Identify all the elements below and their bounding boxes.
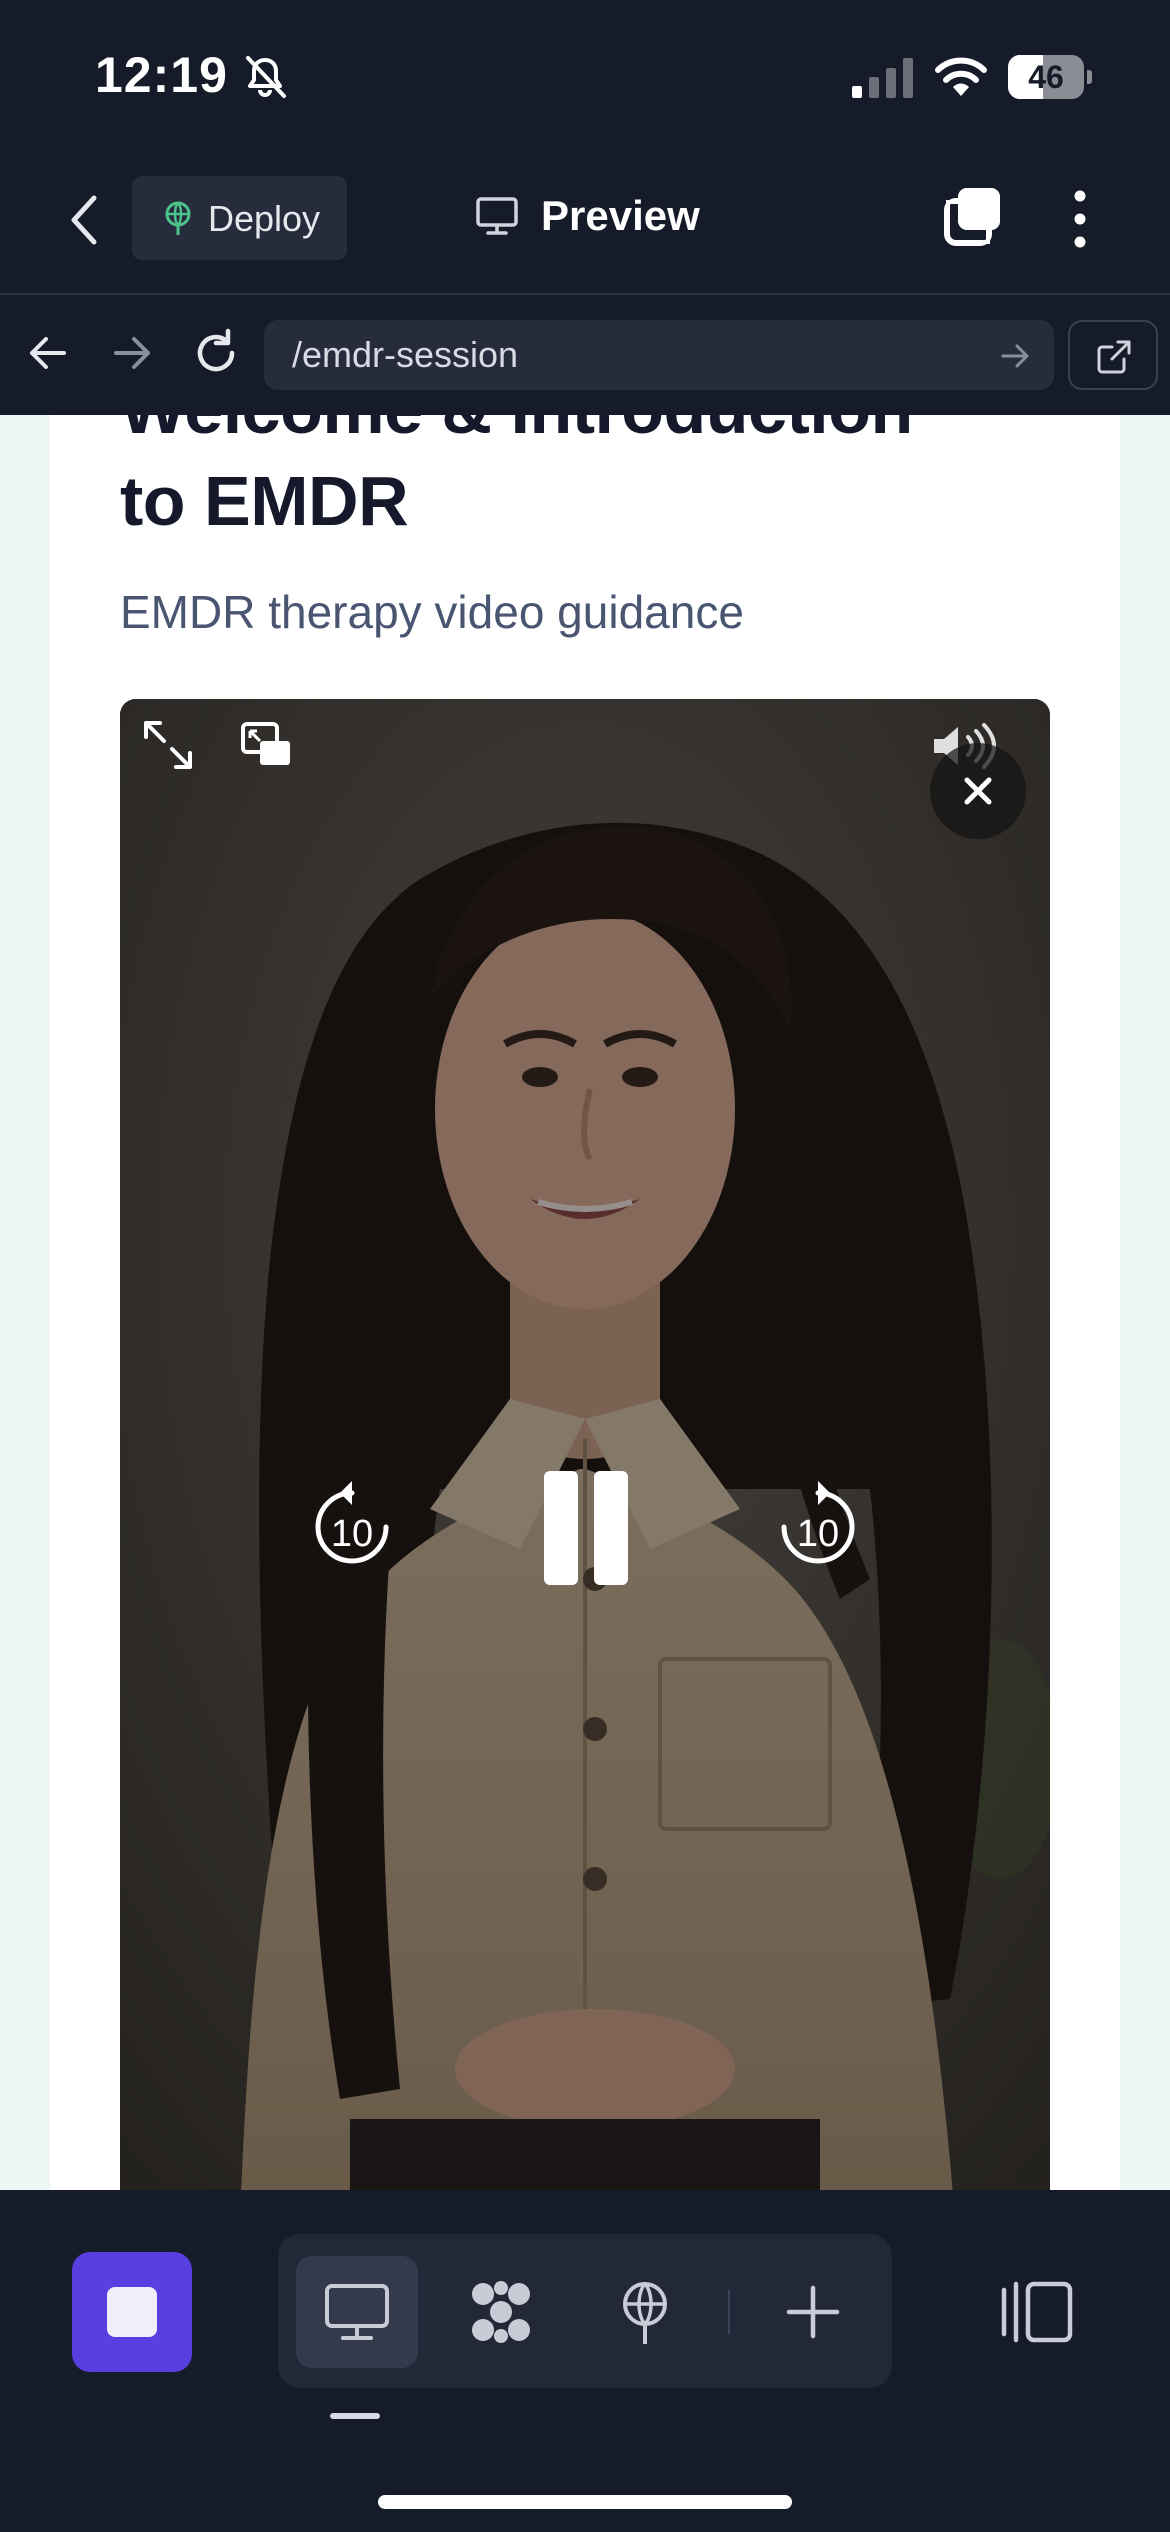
content-card: Welcome & Introduction to EMDR EMDR ther… [50, 415, 1120, 2190]
plus-icon [786, 2285, 840, 2339]
more-options-icon[interactable] [1060, 186, 1100, 252]
video-overlay [120, 699, 1050, 2190]
web-content: Welcome & Introduction to EMDR EMDR ther… [0, 415, 1170, 2190]
preview-label: Preview [541, 192, 700, 239]
status-time: 12:19 [95, 47, 228, 103]
tool-divider [728, 2290, 730, 2334]
bell-muted-icon [246, 56, 286, 98]
picture-in-picture-icon[interactable] [240, 721, 292, 769]
video-player[interactable]: 10 10 [120, 699, 1050, 2190]
page-subtitle: EMDR therapy video guidance [120, 586, 744, 638]
monitor-icon [476, 197, 518, 235]
close-video-button[interactable] [930, 743, 1026, 839]
url-text: /emdr-session [292, 334, 519, 375]
panels-toggle-icon[interactable] [998, 2280, 1074, 2344]
reload-icon[interactable] [190, 327, 242, 379]
rewind-10-button[interactable]: 10 [310, 1479, 394, 1571]
app-toolbar: Deploy Preview [0, 150, 1170, 295]
cellular-signal-icon [852, 58, 913, 98]
page-title-line1: Welcome & Introduction [120, 415, 913, 455]
active-tool-indicator [330, 2413, 380, 2419]
back-chevron-icon[interactable] [62, 190, 108, 250]
tabs-icon[interactable] [942, 186, 1004, 248]
bottom-toolbar [0, 2190, 1170, 2532]
close-icon [964, 777, 992, 805]
battery-indicator: 46 [1008, 55, 1092, 99]
go-arrow-icon[interactable] [999, 340, 1031, 372]
preview-tool-button[interactable] [296, 2256, 418, 2368]
external-link-icon [1097, 340, 1131, 374]
open-external-button[interactable] [1068, 320, 1158, 390]
fullscreen-icon[interactable] [142, 719, 194, 771]
home-indicator [378, 2495, 792, 2509]
tool-group [278, 2234, 892, 2388]
deploy-button[interactable]: Deploy [132, 176, 347, 260]
forward-seconds: 10 [796, 1513, 840, 1555]
forward-10-button[interactable]: 10 [776, 1479, 860, 1571]
rewind-seconds: 10 [330, 1513, 374, 1555]
url-field[interactable]: /emdr-session [264, 320, 1054, 390]
pause-icon[interactable] [540, 1469, 632, 1587]
stop-button[interactable] [72, 2252, 192, 2372]
browser-address-row: /emdr-session [0, 297, 1170, 415]
browser-forward-icon[interactable] [110, 331, 154, 375]
wifi-icon [935, 57, 987, 96]
deploy-icon [623, 2282, 667, 2344]
deploy-tool-button[interactable] [584, 2256, 706, 2368]
battery-percent: 46 [1028, 59, 1064, 95]
add-tool-button[interactable] [752, 2256, 874, 2368]
deploy-icon [165, 201, 191, 235]
page-title-line2: to EMDR [120, 462, 409, 540]
monitor-icon [325, 2284, 389, 2340]
workspace-tool-button[interactable] [440, 2256, 562, 2368]
status-bar: 12:19 46 [0, 0, 1170, 150]
stop-icon [107, 2287, 157, 2337]
deploy-label: Deploy [208, 198, 321, 239]
workspace-icon [472, 2281, 530, 2343]
browser-back-icon[interactable] [26, 331, 70, 375]
